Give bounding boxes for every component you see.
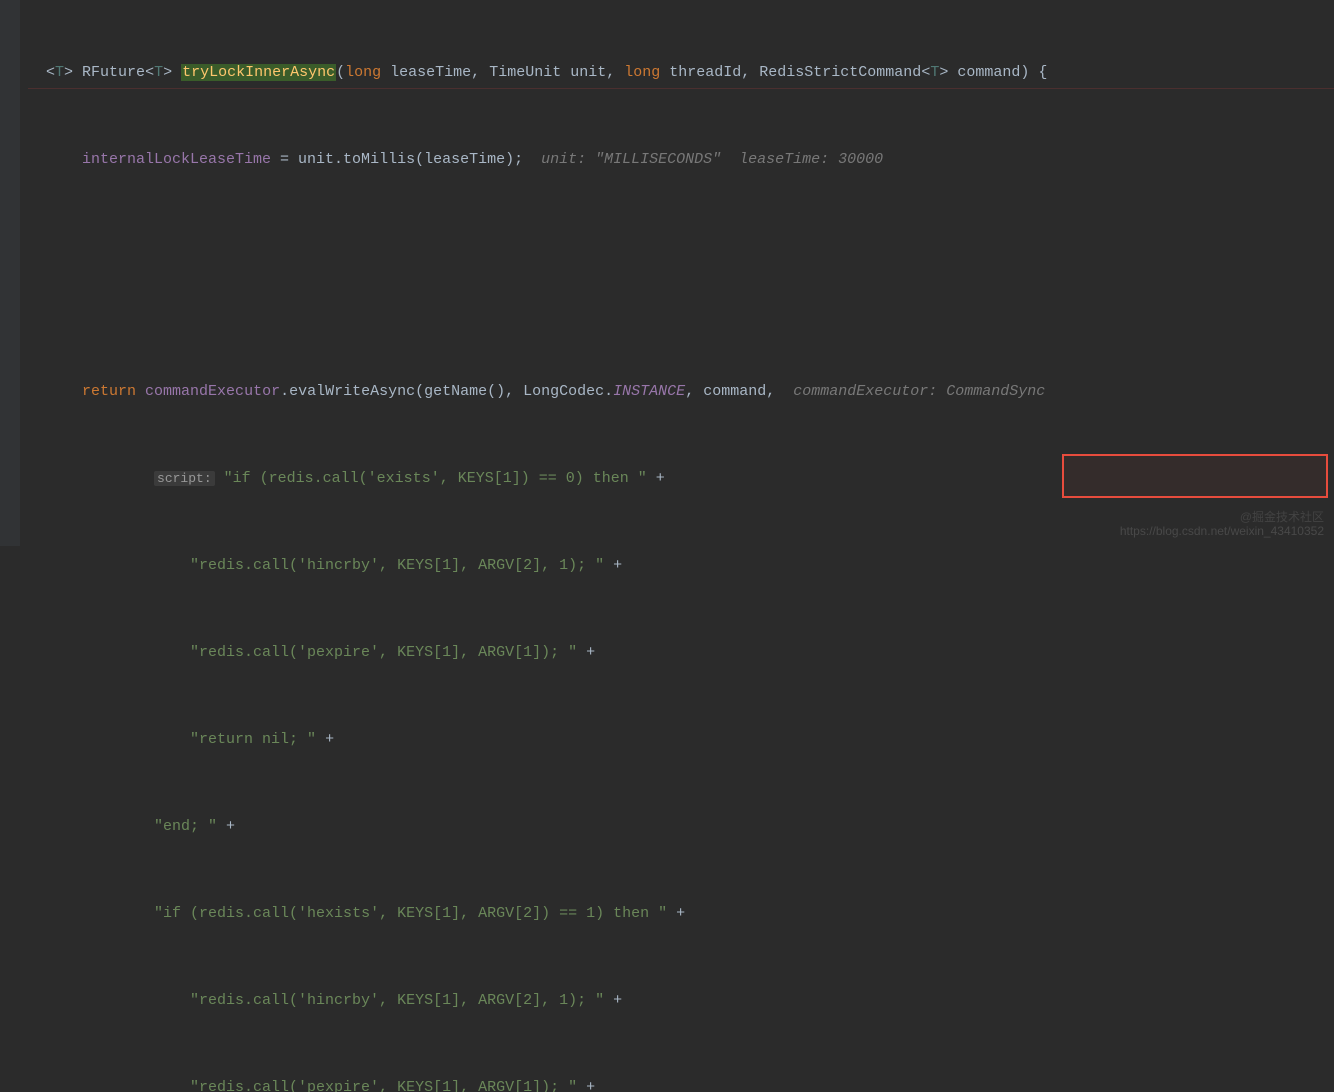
string-literal: "redis.call('hincrby', KEYS[1], ARGV[2],… — [190, 557, 604, 574]
keyword-return: return — [82, 383, 136, 400]
string-literal: "if (redis.call('exists', KEYS[1]) == 0)… — [224, 470, 647, 487]
inlay-hint: unit: "MILLISECONDS" leaseTime: 30000 — [541, 151, 883, 168]
string-literal: "redis.call('hincrby', KEYS[1], ARGV[2],… — [190, 992, 604, 1009]
string-literal: "redis.call('pexpire', KEYS[1], ARGV[1])… — [190, 1079, 577, 1092]
code-editor[interactable]: <T> RFuture<T> tryLockInnerAsync(long le… — [0, 0, 1334, 1092]
code-line[interactable]: "end; " + — [0, 812, 1334, 841]
code-line[interactable] — [0, 232, 1334, 261]
field-internalleasetime: internalLockLeaseTime — [82, 151, 271, 168]
code-line[interactable]: "redis.call('pexpire', KEYS[1], ARGV[1])… — [0, 638, 1334, 667]
inlay-hint: commandExecutor: CommandSync — [793, 383, 1045, 400]
highlight-box-getlockname — [1062, 454, 1328, 498]
code-line[interactable]: "redis.call('hincrby', KEYS[1], ARGV[2],… — [0, 551, 1334, 580]
string-literal: "return nil; " — [190, 731, 316, 748]
static-instance: INSTANCE — [613, 383, 685, 400]
code-line[interactable]: "redis.call('hincrby', KEYS[1], ARGV[2],… — [0, 986, 1334, 1015]
region-marker — [28, 88, 1334, 89]
code-line[interactable]: return commandExecutor.evalWriteAsync(ge… — [0, 377, 1334, 406]
code-line[interactable]: internalLockLeaseTime = unit.toMillis(le… — [0, 145, 1334, 174]
code-line[interactable]: <T> RFuture<T> tryLockInnerAsync(long le… — [0, 58, 1334, 87]
code-line[interactable]: "return nil; " + — [0, 725, 1334, 754]
generic-type: T — [55, 64, 64, 81]
param-hint-script: script: — [154, 471, 215, 486]
code-line[interactable]: "redis.call('pexpire', KEYS[1], ARGV[1])… — [0, 1073, 1334, 1092]
string-literal: "redis.call('pexpire', KEYS[1], ARGV[1])… — [190, 644, 577, 661]
method-trylockinner: tryLockInnerAsync — [181, 64, 336, 81]
string-literal: "if (redis.call('hexists', KEYS[1], ARGV… — [154, 905, 667, 922]
method-evalwriteasync: evalWriteAsync — [289, 383, 415, 400]
code-line[interactable]: "if (redis.call('hexists', KEYS[1], ARGV… — [0, 899, 1334, 928]
string-literal: "end; " — [154, 818, 217, 835]
field-commandexecutor: commandExecutor — [145, 383, 280, 400]
watermark-juejin: @掘金技术社区 — [1240, 510, 1324, 524]
watermark-csdn: https://blog.csdn.net/weixin_43410352 — [1120, 524, 1324, 538]
type-rfuture: RFuture — [82, 64, 145, 81]
